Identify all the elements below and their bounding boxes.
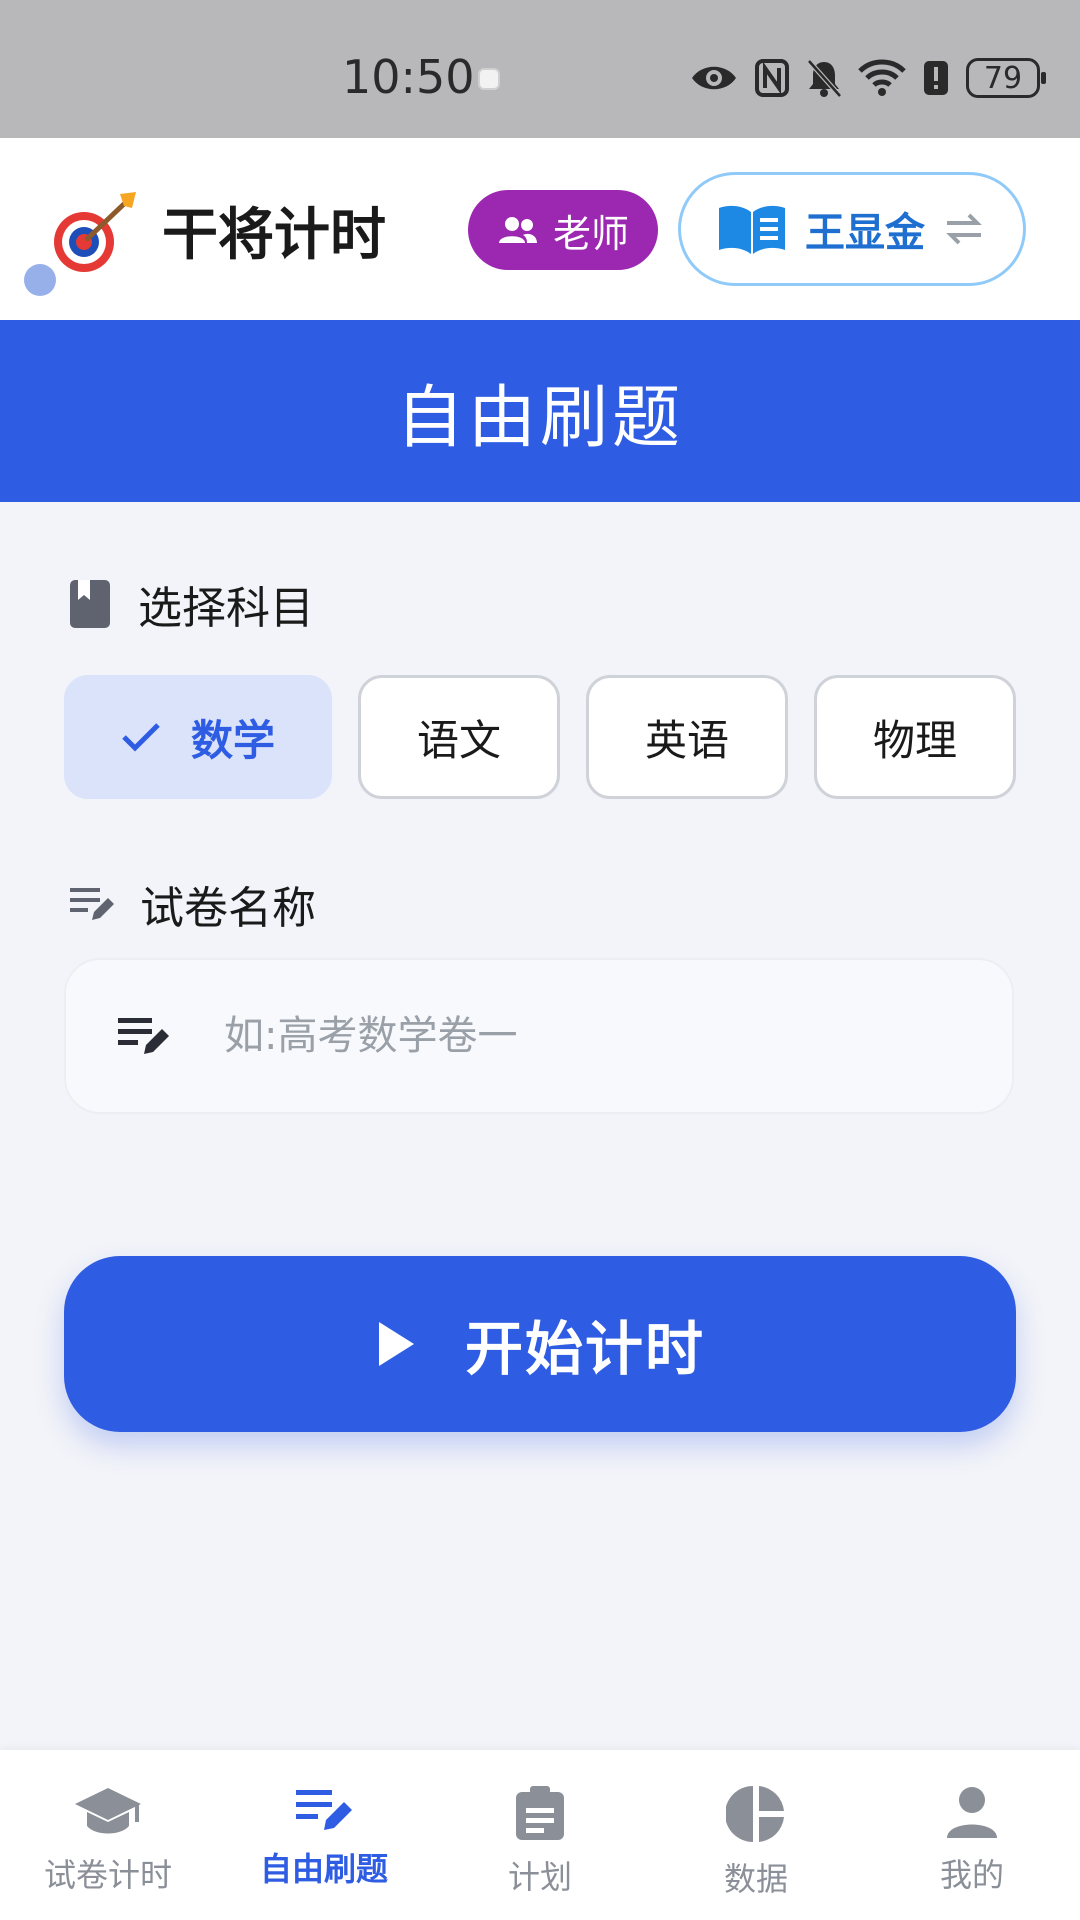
subject-chip-label: 数学 xyxy=(190,715,275,765)
nav-item-paper-timer[interactable]: 试卷计时 xyxy=(0,1750,216,1920)
edit-list-icon xyxy=(70,888,114,920)
pie-chart-icon xyxy=(726,1786,784,1842)
page-title: 自由刷题 xyxy=(395,378,684,458)
wifi-icon xyxy=(858,59,906,96)
subject-chip-group: 数学 语文 英语 物理 xyxy=(64,675,1016,799)
subject-chip-physics[interactable]: 物理 xyxy=(814,675,1016,799)
nav-item-me[interactable]: 我的 xyxy=(864,1750,1080,1920)
swap-arrows-icon xyxy=(946,213,982,245)
edit-list-icon xyxy=(118,1018,169,1054)
nav-label: 我的 xyxy=(939,1856,1004,1894)
nav-item-free-practice[interactable]: 自由刷题 xyxy=(216,1750,432,1920)
eye-icon xyxy=(692,66,736,90)
bottom-nav: 试卷计时 自由刷题 计划 数据 我的 xyxy=(0,1750,1080,1920)
paper-name-input[interactable] xyxy=(224,1013,924,1059)
person-icon xyxy=(947,1787,997,1838)
floating-assist-dot[interactable] xyxy=(24,264,56,296)
subject-chip-label: 物理 xyxy=(872,715,957,765)
subject-chip-chinese[interactable]: 语文 xyxy=(358,675,560,799)
paper-name-field[interactable] xyxy=(64,958,1014,1114)
play-icon xyxy=(378,1322,414,1366)
paper-section-header: 试卷名称 xyxy=(68,872,316,936)
nfc-icon xyxy=(755,59,789,97)
page: 10:50 79 干将计时 老师 王显金 自由刷题 选择科目 数学 语文 英语 … xyxy=(0,0,1080,1920)
battery-indicator: 79 xyxy=(966,58,1046,98)
user-switch-chip[interactable]: 王显金 xyxy=(678,172,1026,286)
status-bar: 10:50 79 xyxy=(0,0,1080,138)
bookmark-book-icon xyxy=(70,580,110,628)
clipboard-icon xyxy=(516,1786,564,1840)
nav-label: 数据 xyxy=(723,1860,788,1898)
people-icon xyxy=(498,217,537,243)
nav-item-plan[interactable]: 计划 xyxy=(432,1750,648,1920)
edit-list-icon xyxy=(296,1790,352,1830)
bell-off-icon xyxy=(807,59,842,98)
subject-chip-math[interactable]: 数学 xyxy=(64,675,332,799)
nav-label: 自由刷题 xyxy=(259,1850,388,1888)
battery-alert-icon xyxy=(924,61,948,95)
check-icon xyxy=(122,723,160,752)
subject-chip-label: 语文 xyxy=(416,715,501,765)
nav-label: 试卷计时 xyxy=(43,1856,172,1894)
nav-label: 计划 xyxy=(507,1858,572,1896)
page-banner: 自由刷题 xyxy=(0,320,1080,502)
start-timer-button[interactable]: 开始计时 xyxy=(64,1256,1016,1432)
paper-section-label: 试卷名称 xyxy=(140,883,316,934)
app-title: 干将计时 xyxy=(162,203,386,268)
nav-item-data[interactable]: 数据 xyxy=(648,1750,864,1920)
subject-chip-english[interactable]: 英语 xyxy=(586,675,788,799)
status-icons: 79 xyxy=(690,52,1046,104)
subject-chip-label: 英语 xyxy=(644,715,729,765)
subject-section-label: 选择科目 xyxy=(138,583,314,634)
role-badge[interactable]: 老师 xyxy=(468,190,658,270)
start-timer-label: 开始计时 xyxy=(464,1317,705,1382)
user-name: 王显金 xyxy=(805,210,925,256)
status-time: 10:50 xyxy=(342,50,475,104)
subject-section-header: 选择科目 xyxy=(68,572,314,636)
app-header: 干将计时 老师 王显金 xyxy=(0,138,1080,320)
notification-dot-icon xyxy=(478,68,500,90)
graduation-cap-icon xyxy=(75,1788,141,1834)
book-icon xyxy=(719,205,785,254)
role-badge-label: 老师 xyxy=(552,211,629,256)
target-arrow-icon xyxy=(54,192,136,272)
